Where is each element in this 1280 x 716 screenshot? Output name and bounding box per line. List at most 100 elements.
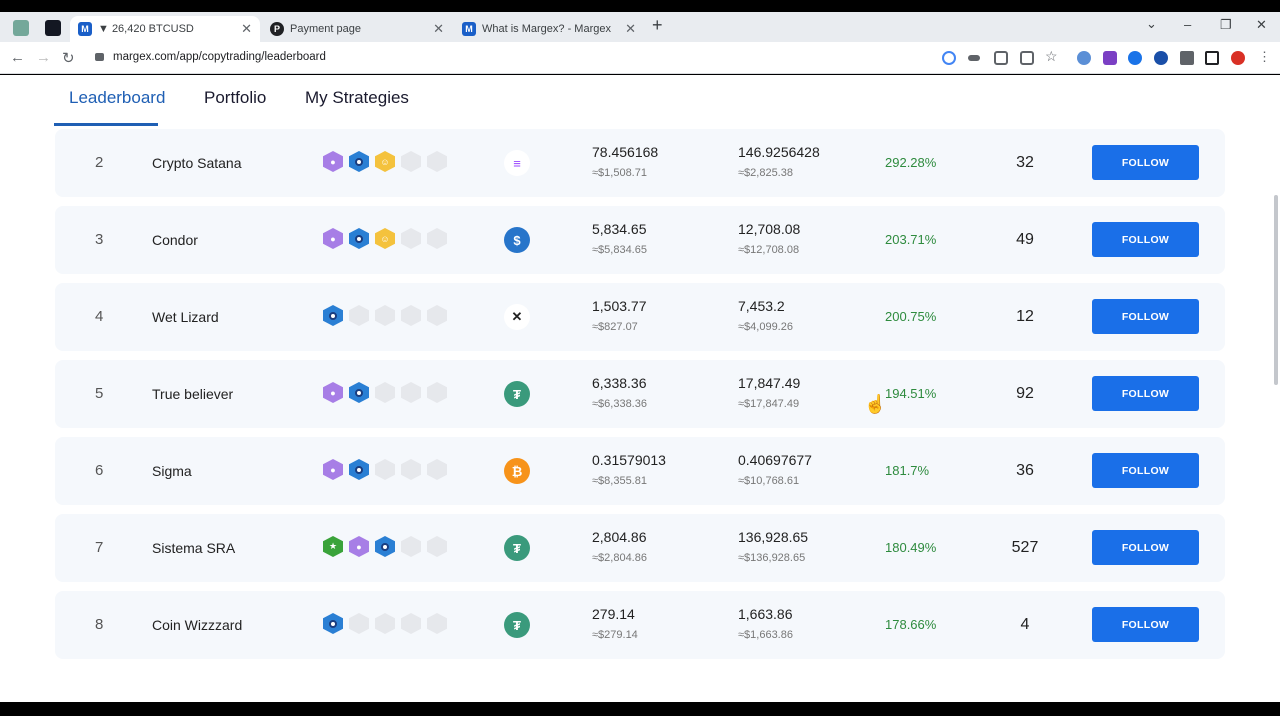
follow-button[interactable]: FOLLOW xyxy=(1092,299,1199,334)
gold-badge-icon[interactable]: ☺ xyxy=(375,151,395,172)
lock-icon xyxy=(95,53,104,61)
purple-badge-icon[interactable]: ● xyxy=(349,536,369,557)
extension-purple-icon[interactable] xyxy=(1103,51,1117,65)
trader-name[interactable]: Crypto Satana xyxy=(152,155,242,171)
table-row[interactable]: 3 Condor ● ☺ $5,834.65 ≈$5,834.65 12,708.08 ≈$1… xyxy=(55,206,1225,274)
gray-badge-icon[interactable] xyxy=(375,459,395,480)
table-row[interactable]: 5 True believer ● ₮ 6,338.36 ≈$6,338.36 17,847… xyxy=(55,360,1225,428)
pinned-tab-tradingview-icon[interactable] xyxy=(45,20,61,36)
blue-badge-icon[interactable] xyxy=(323,305,343,326)
followers-count: 32 xyxy=(1016,154,1034,171)
tab-search-chevron-icon[interactable]: ⌄ xyxy=(1146,16,1157,32)
extension-vpn-icon[interactable] xyxy=(1154,51,1168,65)
trader-name[interactable]: Coin Wizzzard xyxy=(152,617,242,633)
close-window-icon[interactable]: ✕ xyxy=(1256,17,1267,33)
table-row[interactable]: 4 Wet Lizard ✕ 1,503.77 ≈$827.07 7,453.2 ≈$4,0… xyxy=(55,283,1225,351)
blue-badge-icon[interactable] xyxy=(349,151,369,172)
gray-badge-icon[interactable] xyxy=(427,305,447,326)
forward-arrow-icon[interactable]: → xyxy=(36,49,51,66)
close-tab-icon[interactable]: ✕ xyxy=(241,21,252,37)
gray-badge-icon[interactable] xyxy=(349,305,369,326)
browser-menu-icon[interactable]: ⋮ xyxy=(1258,49,1272,64)
browser-tab-what-is-margex[interactable]: M What is Margex? - Margex ✕ xyxy=(454,16,644,42)
back-arrow-icon[interactable]: ← xyxy=(10,49,25,66)
purple-badge-icon[interactable]: ● xyxy=(323,228,343,249)
trader-rank: 3 xyxy=(95,231,104,248)
blue-badge-icon[interactable] xyxy=(349,228,369,249)
extension-blue-icon[interactable] xyxy=(1128,51,1142,65)
current-usd: ≈$1,663.86 xyxy=(738,629,793,641)
bookmark-star-icon[interactable]: ☆ xyxy=(1045,48,1059,64)
trader-name[interactable]: Condor xyxy=(152,232,198,248)
trader-name[interactable]: Wet Lizard xyxy=(152,309,219,325)
trader-name[interactable]: Sigma xyxy=(152,463,192,479)
table-row[interactable]: 7 Sistema SRA ★ ● ₮ 2,804.86 ≈$2,804.86 136,928… xyxy=(55,514,1225,582)
table-row[interactable]: 2 Crypto Satana ● ☺ ≡ 78.456168 ≈$1,508.71 146.… xyxy=(55,129,1225,197)
gray-badge-icon[interactable] xyxy=(401,536,421,557)
purple-badge-icon[interactable]: ● xyxy=(323,151,343,172)
trader-name[interactable]: Sistema SRA xyxy=(152,540,235,556)
install-app-icon[interactable] xyxy=(994,51,1008,65)
new-tab-button[interactable]: + xyxy=(652,16,663,34)
invested-usd: ≈$827.07 xyxy=(592,321,638,333)
table-row[interactable]: 8 Coin Wizzzard ₮ 279.14 ≈$279.14 1,663.86 ≈$1… xyxy=(55,591,1225,659)
gray-badge-icon[interactable] xyxy=(427,459,447,480)
blue-badge-icon[interactable] xyxy=(349,459,369,480)
gray-badge-icon[interactable] xyxy=(375,613,395,634)
gray-badge-icon[interactable] xyxy=(401,459,421,480)
close-tab-icon[interactable]: ✕ xyxy=(625,21,636,37)
follow-button[interactable]: FOLLOW xyxy=(1092,453,1199,488)
pnl-percent: 180.49% xyxy=(885,540,937,555)
tab-portfolio[interactable]: Portfolio xyxy=(204,88,266,108)
close-tab-icon[interactable]: ✕ xyxy=(433,21,444,37)
gray-badge-icon[interactable] xyxy=(427,536,447,557)
blue-badge-icon[interactable] xyxy=(375,536,395,557)
purple-badge-icon[interactable]: ● xyxy=(323,459,343,480)
page-scrollbar[interactable] xyxy=(1274,195,1278,385)
active-tab-underline xyxy=(54,123,158,126)
trader-name[interactable]: True believer xyxy=(152,386,233,402)
green-badge-icon[interactable]: ★ xyxy=(323,536,343,557)
side-panel-icon[interactable] xyxy=(1205,51,1219,65)
extension-drop-icon[interactable] xyxy=(1077,51,1091,65)
gray-badge-icon[interactable] xyxy=(401,382,421,403)
gray-badge-icon[interactable] xyxy=(427,151,447,172)
gray-badge-icon[interactable] xyxy=(375,382,395,403)
follow-button[interactable]: FOLLOW xyxy=(1092,222,1199,257)
gray-badge-icon[interactable] xyxy=(427,382,447,403)
follow-button[interactable]: FOLLOW xyxy=(1092,376,1199,411)
profile-avatar-icon[interactable] xyxy=(1231,51,1245,65)
gray-badge-icon[interactable] xyxy=(427,613,447,634)
follow-button[interactable]: FOLLOW xyxy=(1092,607,1199,642)
browser-tab-payment[interactable]: P Payment page ✕ xyxy=(262,16,452,42)
gold-badge-icon[interactable]: ☺ xyxy=(375,228,395,249)
gray-badge-icon[interactable] xyxy=(401,151,421,172)
gray-badge-icon[interactable] xyxy=(349,613,369,634)
key-icon[interactable] xyxy=(968,55,980,61)
follow-button[interactable]: FOLLOW xyxy=(1092,530,1199,565)
gray-badge-icon[interactable] xyxy=(401,613,421,634)
tab-leaderboard[interactable]: Leaderboard xyxy=(69,88,165,108)
browser-tab-btcusd[interactable]: M ▼ 26,420 BTCUSD ✕ xyxy=(70,16,260,42)
follow-button[interactable]: FOLLOW xyxy=(1092,145,1199,180)
table-row[interactable]: 6 Sigma ● ₿ 0.31579013 ≈$8,355.81 0.40697677 ≈$… xyxy=(55,437,1225,505)
purple-badge-icon[interactable]: ● xyxy=(323,382,343,403)
blue-badge-icon[interactable] xyxy=(349,382,369,403)
gray-badge-icon[interactable] xyxy=(427,228,447,249)
pinned-tab-chatgpt-icon[interactable] xyxy=(13,20,29,36)
gray-badge-icon[interactable] xyxy=(375,305,395,326)
google-icon[interactable] xyxy=(942,51,956,65)
gray-badge-icon[interactable] xyxy=(401,228,421,249)
restore-window-icon[interactable]: ❐ xyxy=(1220,17,1232,33)
minimize-window-icon[interactable]: – xyxy=(1184,17,1191,32)
blue-badge-icon[interactable] xyxy=(323,613,343,634)
tab-my-strategies[interactable]: My Strategies xyxy=(305,88,409,108)
invested-amount: 78.456168 xyxy=(592,144,659,160)
gray-badge-icon[interactable] xyxy=(401,305,421,326)
share-icon[interactable] xyxy=(1020,51,1034,65)
extensions-puzzle-icon[interactable] xyxy=(1180,51,1194,65)
pnl-percent: 181.7% xyxy=(885,463,930,478)
reload-icon[interactable]: ↻ xyxy=(62,49,75,67)
address-bar[interactable]: margex.com/app/copytrading/leaderboard xyxy=(113,51,326,63)
pnl-percent: 178.66% xyxy=(885,617,937,632)
